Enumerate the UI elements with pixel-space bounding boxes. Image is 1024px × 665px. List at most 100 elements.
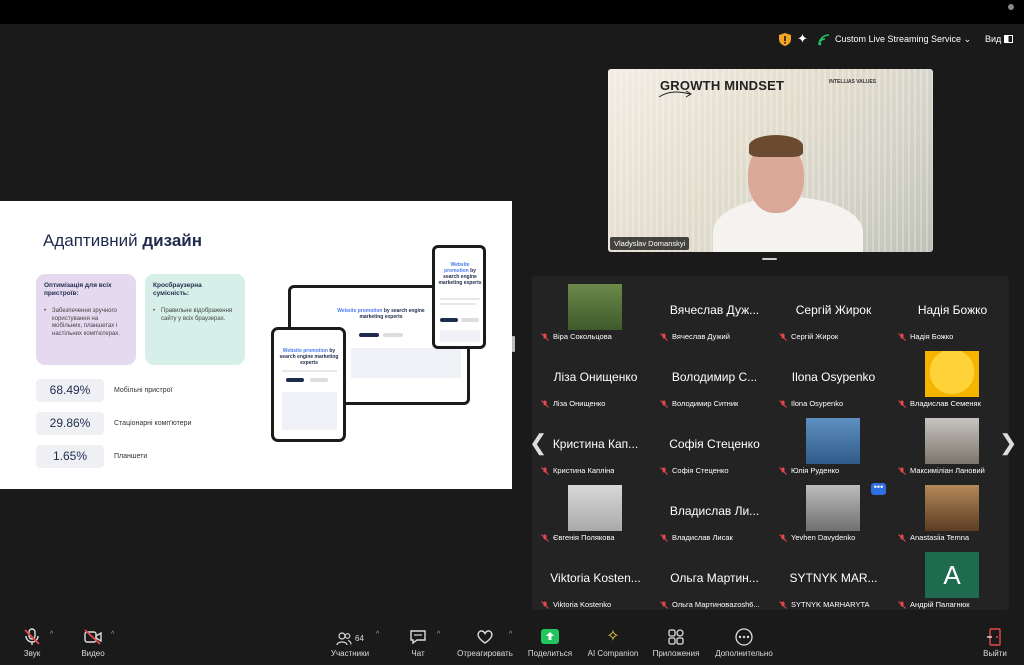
stat-desktop-value: 29.86% <box>36 412 104 435</box>
participant-video-thumbnail <box>568 485 622 531</box>
react-options-caret[interactable]: ^ <box>509 631 512 638</box>
chat-options-caret[interactable]: ^ <box>437 631 440 638</box>
shield-icon[interactable] <box>779 33 791 46</box>
participant-name-label: Кристина Капліна <box>553 466 615 475</box>
split-resize-handle[interactable] <box>512 336 515 352</box>
participants-options-caret[interactable]: ^ <box>376 631 379 638</box>
tablet-cta-button <box>286 378 304 382</box>
participant-name-label: Ліза Онищенко <box>553 399 606 408</box>
slide-title: Адаптивний дизайн <box>43 231 202 251</box>
participant-tile[interactable]: SYTNYK MAR... SYTNYK MARHARYTA <box>774 547 893 614</box>
mic-muted-icon <box>779 400 787 408</box>
participant-tile[interactable]: Сергій Жирок Сергій Жирок <box>774 279 893 346</box>
chat-button[interactable]: Чат <box>405 628 431 658</box>
participant-tile[interactable]: Ilona Osypenko Ilona Osypenko <box>774 346 893 413</box>
ai-label: AI Companion <box>587 649 639 658</box>
participants-icon <box>336 631 352 645</box>
ai-sparkle-icon[interactable]: ✦ <box>797 32 808 46</box>
participant-display-name: Ліза Онищенко <box>553 370 638 384</box>
mic-muted-icon <box>660 400 668 408</box>
participant-video-thumbnail <box>568 284 622 330</box>
participant-tile[interactable]: Anastasiia Temna <box>893 480 1012 547</box>
react-button[interactable]: Отреагировать <box>454 628 516 658</box>
participant-display-name: Владислав Ли... <box>669 504 760 518</box>
participant-tile[interactable]: Юлія Руденко <box>774 413 893 480</box>
phone-mockup: Website promotion by search engine marke… <box>432 245 486 349</box>
laptop-cta-button <box>359 333 379 337</box>
participant-video-thumbnail <box>925 351 979 397</box>
audio-label: Звук <box>23 649 41 658</box>
participant-tile[interactable]: Володимир С... Володимир Ситник <box>655 346 774 413</box>
speaker-name-tag: Vladyslav Domanskyi <box>610 237 690 250</box>
mic-muted-icon <box>660 333 668 341</box>
participant-name-label: Софія Стеценко <box>672 466 729 475</box>
participant-tile[interactable]: Віра Сокольцова <box>536 279 655 346</box>
background-title: GROWTH MINDSET <box>660 78 785 93</box>
apps-button[interactable]: Приложения <box>649 628 703 658</box>
leave-button[interactable]: Выйти <box>980 628 1010 658</box>
audio-button[interactable]: Звук <box>20 628 44 658</box>
participant-tile[interactable]: A Андрій Палагнюк <box>893 547 1012 614</box>
apps-icon <box>668 629 684 645</box>
video-label: Видео <box>81 649 105 658</box>
mic-muted-icon <box>898 601 906 609</box>
participant-video-thumbnail <box>925 485 979 531</box>
participant-tile[interactable]: Євгенія Полякова <box>536 480 655 547</box>
participant-tile[interactable]: Вячеслав Дуж... Вячеслав Дужий <box>655 279 774 346</box>
meeting-toolbar: Звук ^ Видео ^ 64 Участники ^ Чат ^ Отре… <box>0 624 1024 665</box>
participant-tile[interactable]: Ліза Онищенко Ліза Онищенко <box>536 346 655 413</box>
participant-name-label: Сергій Жирок <box>791 332 839 341</box>
participant-tile[interactable]: Viktoria Kosten... Viktoria Kostenko <box>536 547 655 614</box>
participant-tile[interactable]: Кристина Кап... Кристина Капліна <box>536 413 655 480</box>
laptop-secondary-button <box>383 333 403 337</box>
card-crossbrowser: Кросбраузерна сумісність: Правильне відо… <box>145 274 245 365</box>
participant-tile[interactable]: Максиміліан Лановий <box>893 413 1012 480</box>
participant-name-label: Максиміліан Лановий <box>910 466 985 475</box>
participant-tile[interactable]: Софія Стеценко Софія Стеценко <box>655 413 774 480</box>
speaker-video[interactable]: GROWTH MINDSET INTELLIAS VALUES Vladysla… <box>608 69 933 252</box>
participant-tile[interactable]: Yevhen Davydenko <box>774 480 893 547</box>
stat-tablet-value: 1.65% <box>36 445 104 468</box>
participant-name-label: Андрій Палагнюк <box>910 600 970 609</box>
connection-signal-icon[interactable] <box>818 34 830 46</box>
panel-drag-handle[interactable] <box>762 258 777 260</box>
view-menu[interactable]: Вид <box>985 34 1013 44</box>
stat-mobile-label: Мобільні пристрої <box>114 387 173 394</box>
participant-name-label: Ольга Мартиновazosh6... <box>672 600 760 609</box>
mic-muted-icon <box>24 628 40 645</box>
video-options-caret[interactable]: ^ <box>111 631 114 638</box>
participant-tile[interactable]: Владислав Семеняк <box>893 346 1012 413</box>
participant-display-name: Кристина Кап... <box>552 437 639 451</box>
window-top-strip <box>0 0 1024 24</box>
mic-muted-icon <box>660 467 668 475</box>
tablet-secondary-button <box>310 378 328 382</box>
phone-secondary-button <box>461 318 479 322</box>
phone-headline: Website promotion by search engine marke… <box>438 262 482 286</box>
audio-options-caret[interactable]: ^ <box>50 631 53 638</box>
participant-display-name: Надія Божко <box>917 303 988 317</box>
participant-tile[interactable]: Ольга Мартин... Ольга Мартиновazosh6... <box>655 547 774 614</box>
leave-label: Выйти <box>983 649 1007 658</box>
ai-companion-button[interactable]: ✧ AI Companion <box>584 628 642 658</box>
card-optimization-text: Забезпечення зручного користування на мо… <box>44 308 128 338</box>
phone-line-2 <box>440 303 476 305</box>
participant-tile[interactable]: Надія Божко Надія Божко <box>893 279 1012 346</box>
mic-muted-icon <box>541 333 549 341</box>
participant-name-label: Ilona Osypenko <box>791 399 844 408</box>
share-screen-icon <box>541 629 559 644</box>
participant-tile[interactable]: Владислав Ли... Владислав Лисак <box>655 480 774 547</box>
mic-muted-icon <box>541 534 549 542</box>
slide-title-bold: дизайн <box>142 231 203 250</box>
participants-button[interactable]: 64 Участники <box>325 628 375 658</box>
ai-companion-icon: ✧ <box>606 628 620 645</box>
video-button[interactable]: Видео <box>76 628 110 658</box>
more-button[interactable]: Дополнительно <box>710 628 778 658</box>
participant-display-name: Володимир С... <box>671 370 758 384</box>
participant-display-name: Ольга Мартин... <box>670 571 759 585</box>
live-stream-dropdown[interactable]: Custom Live Streaming Service ⌄ <box>835 34 971 45</box>
participants-label: Участники <box>330 649 370 658</box>
participant-display-name: Сергій Жирок <box>795 303 872 317</box>
share-screen-button[interactable]: Поделиться <box>524 628 576 658</box>
participant-display-name: SYTNYK MAR... <box>789 571 878 585</box>
chat-label: Чат <box>411 649 425 658</box>
